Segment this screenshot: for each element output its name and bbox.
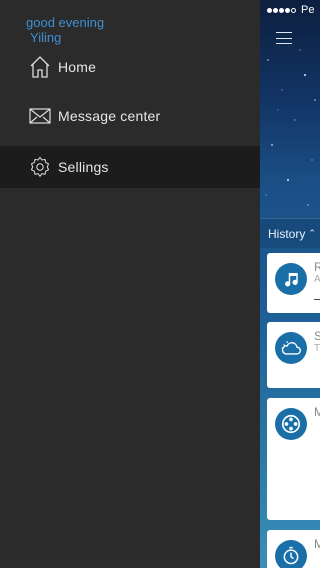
stopwatch-icon xyxy=(275,540,307,568)
username: Yiling xyxy=(30,30,62,45)
music-icon xyxy=(275,263,307,295)
history-label: History xyxy=(268,226,306,241)
greeting-header: good evening Yiling xyxy=(26,15,104,45)
history-header[interactable]: History ⌃ xyxy=(260,218,320,248)
film-reel-icon xyxy=(275,408,307,440)
greeting-text: good evening xyxy=(26,15,105,30)
chevron-up-icon: ⌃ xyxy=(308,228,316,238)
menu-item-label: Message center xyxy=(58,108,161,124)
card-subtitle: A xyxy=(314,274,320,285)
card-title: M xyxy=(314,537,320,551)
menu-item-home[interactable]: Home xyxy=(0,46,260,88)
menu-item-settings[interactable]: Sellings xyxy=(0,146,260,188)
home-icon xyxy=(28,55,52,79)
history-card[interactable]: M xyxy=(267,398,320,520)
history-card[interactable]: M xyxy=(267,530,320,568)
card-title: M xyxy=(314,405,320,419)
history-card[interactable]: S T xyxy=(267,322,320,388)
cloud-icon xyxy=(275,332,307,364)
carrier-name: Pe xyxy=(301,4,315,16)
side-drawer: good evening Yiling Home Message center … xyxy=(0,0,260,568)
signal-strength-icon xyxy=(267,7,296,13)
envelope-icon xyxy=(28,104,52,128)
status-bar: Pe xyxy=(260,0,320,20)
card-subtitle: T xyxy=(314,343,320,354)
gear-icon xyxy=(28,155,52,179)
menu-item-label: Sellings xyxy=(58,159,109,175)
card-title: S xyxy=(314,329,320,343)
history-card[interactable]: R A xyxy=(267,253,320,313)
menu-item-message-center[interactable]: Message center xyxy=(0,95,260,137)
card-divider xyxy=(314,299,320,300)
main-screen[interactable]: Pe History ⌃ R A S T M M xyxy=(260,0,320,568)
menu-item-label: Home xyxy=(58,59,97,75)
card-title: R xyxy=(314,260,320,274)
menu-toggle-icon[interactable] xyxy=(276,32,292,44)
